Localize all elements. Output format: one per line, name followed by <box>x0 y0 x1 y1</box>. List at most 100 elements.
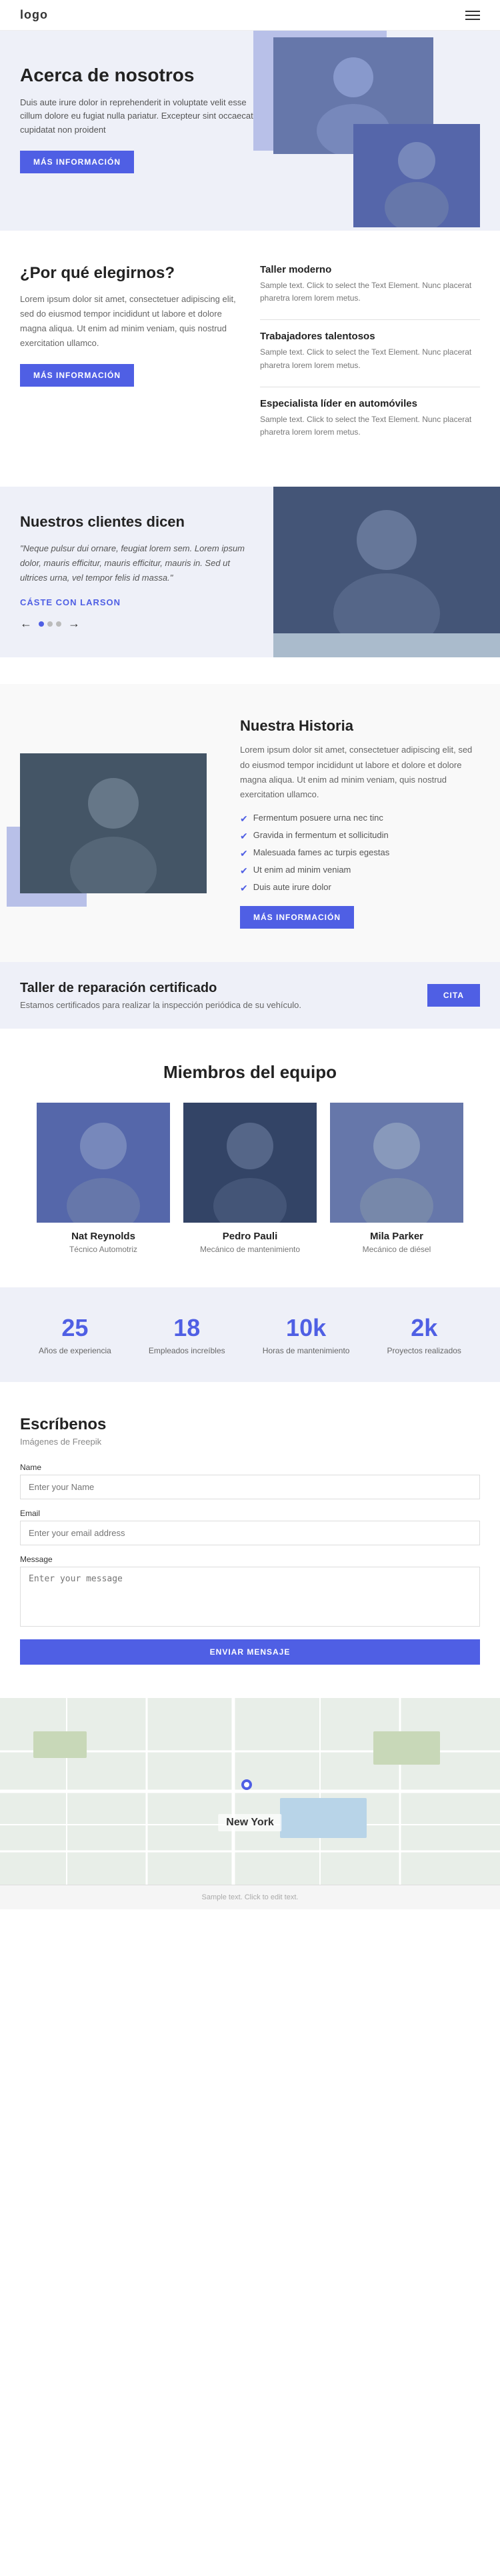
footer: Sample text. Click to edit text. <box>0 1885 500 1909</box>
check-item-4: ✔Ut enim ad minim veniam <box>240 865 480 877</box>
team-photo-2 <box>183 1103 317 1223</box>
why-title: ¿Por qué elegirnos? <box>20 264 240 283</box>
dot-3[interactable] <box>56 621 61 627</box>
feature-2-title: Trabajadores talentosos <box>260 331 480 342</box>
hero-mechanic-photo2 <box>353 124 480 227</box>
testimonials-quote: "Neque pulsur dui ornare, feugiat lorem … <box>20 541 253 585</box>
stat-3: 10k Horas de mantenimiento <box>263 1314 350 1355</box>
form-group-name: Name <box>20 1463 480 1499</box>
hero-cta-button[interactable]: MÁS INFORMACIÓN <box>20 151 134 173</box>
why-section: ¿Por qué elegirnos? Lorem ipsum dolor si… <box>0 231 500 487</box>
team-name-2: Pedro Pauli <box>183 1231 317 1242</box>
map-section: New York <box>0 1698 500 1885</box>
logo: logo <box>20 8 48 22</box>
dot-2[interactable] <box>47 621 53 627</box>
dot-1[interactable] <box>39 621 44 627</box>
story-photo <box>20 753 207 893</box>
team-card-3: Mila Parker Mecánico de diésel <box>330 1103 463 1254</box>
feature-1-title: Taller moderno <box>260 264 480 275</box>
team-card-2: Pedro Pauli Mecánico de mantenimiento <box>183 1103 317 1254</box>
stat-number-1: 25 <box>39 1314 111 1342</box>
testimonials-content: Nuestros clientes dicen "Neque pulsur du… <box>0 487 273 657</box>
cta-button[interactable]: CITA <box>427 984 480 1007</box>
form-input-email[interactable] <box>20 1521 480 1545</box>
check-item-1: ✔Fermentum posuere urna nec tinc <box>240 813 480 825</box>
cta-text: Estamos certificados para realizar la in… <box>20 1000 301 1010</box>
form-input-name[interactable] <box>20 1475 480 1499</box>
form-group-email: Email <box>20 1509 480 1545</box>
feature-1-text: Sample text. Click to select the Text El… <box>260 279 480 305</box>
stat-label-3: Horas de mantenimiento <box>263 1346 350 1355</box>
feature-3: Especialista líder en automóviles Sample… <box>260 398 480 439</box>
stat-label-4: Proyectos realizados <box>387 1346 461 1355</box>
header: logo <box>0 0 500 31</box>
form-input-message[interactable] <box>20 1567 480 1627</box>
stats-section: 25 Años de experiencia 18 Empleados incr… <box>0 1287 500 1382</box>
check-icon-4: ✔ <box>240 865 248 877</box>
stat-number-3: 10k <box>263 1314 350 1342</box>
check-icon-5: ✔ <box>240 883 248 894</box>
team-role-1: Técnico Automotriz <box>37 1245 170 1254</box>
map-placeholder: New York <box>0 1698 500 1885</box>
stat-number-2: 18 <box>149 1314 225 1342</box>
testimonials-section: Nuestros clientes dicen "Neque pulsur du… <box>0 487 500 657</box>
feature-3-title: Especialista líder en automóviles <box>260 398 480 409</box>
stat-label-2: Empleados increíbles <box>149 1346 225 1355</box>
stat-label-1: Años de experiencia <box>39 1346 111 1355</box>
hero-section: Acerca de nosotros Duis aute irure dolor… <box>0 31 500 231</box>
story-cta-button[interactable]: MÁS INFORMACIÓN <box>240 906 354 929</box>
map-city-label: New York <box>218 1814 281 1831</box>
testimonials-image <box>273 487 500 657</box>
form-group-message: Message <box>20 1555 480 1630</box>
stat-1: 25 Años de experiencia <box>39 1314 111 1355</box>
hero-content: Acerca de nosotros Duis aute irure dolor… <box>20 57 260 173</box>
team-photo-3 <box>330 1103 463 1223</box>
form-send-button[interactable]: ENVIAR MENSAJE <box>20 1639 480 1665</box>
check-item-5: ✔Duis aute irure dolor <box>240 882 480 894</box>
check-icon-2: ✔ <box>240 831 248 842</box>
footer-text: Sample text. Click to edit text. <box>202 1893 299 1901</box>
hero-title: Acerca de nosotros <box>20 64 260 87</box>
story-text: Lorem ipsum dolor sit amet, consectetuer… <box>240 743 480 801</box>
team-name-3: Mila Parker <box>330 1231 463 1242</box>
team-photo-1 <box>37 1103 170 1223</box>
team-name-1: Nat Reynolds <box>37 1231 170 1242</box>
story-content: Nuestra Historia Lorem ipsum dolor sit a… <box>240 717 480 928</box>
cta-title: Taller de reparación certificado <box>20 981 301 996</box>
story-title: Nuestra Historia <box>240 717 480 735</box>
feature-1: Taller moderno Sample text. Click to sel… <box>260 264 480 305</box>
team-grid: Nat Reynolds Técnico Automotriz Pedro Pa… <box>20 1103 480 1254</box>
testimonials-prev[interactable]: ← <box>20 617 32 631</box>
team-card-1: Nat Reynolds Técnico Automotriz <box>37 1103 170 1254</box>
team-role-3: Mecánico de diésel <box>330 1245 463 1254</box>
team-title: Miembros del equipo <box>20 1062 480 1083</box>
hero-images <box>240 31 480 231</box>
team-section: Miembros del equipo Nat Reynolds Técnico… <box>0 1029 500 1287</box>
story-image-wrap <box>20 753 220 893</box>
team-role-2: Mecánico de mantenimiento <box>183 1245 317 1254</box>
stat-4: 2k Proyectos realizados <box>387 1314 461 1355</box>
feature-3-text: Sample text. Click to select the Text El… <box>260 413 480 439</box>
testimonials-title: Nuestros clientes dicen <box>20 513 253 531</box>
menu-button[interactable] <box>465 11 480 20</box>
check-item-2: ✔Gravida in fermentum et sollicitudin <box>240 830 480 842</box>
story-checklist: ✔Fermentum posuere urna nec tinc ✔Gravid… <box>240 813 480 894</box>
hero-text: Duis aute irure dolor in reprehenderit i… <box>20 96 260 137</box>
cta-banner: Taller de reparación certificado Estamos… <box>0 962 500 1029</box>
contact-section: Escríbenos Imágenes de Freepik Name Emai… <box>0 1382 500 1698</box>
why-features: Taller moderno Sample text. Click to sel… <box>260 264 480 453</box>
stat-number-4: 2k <box>387 1314 461 1342</box>
form-label-message: Message <box>20 1555 480 1564</box>
feature-2: Trabajadores talentosos Sample text. Cli… <box>260 331 480 371</box>
cta-text-wrap: Taller de reparación certificado Estamos… <box>20 981 301 1010</box>
form-label-name: Name <box>20 1463 480 1472</box>
testimonials-next[interactable]: → <box>68 617 80 631</box>
feature-2-text: Sample text. Click to select the Text El… <box>260 346 480 371</box>
why-cta-button[interactable]: MÁS INFORMACIÓN <box>20 364 134 387</box>
testimonials-author: CÁSTE CON LARSON <box>20 597 253 607</box>
testimonials-dots <box>39 621 61 627</box>
check-icon-3: ✔ <box>240 848 248 859</box>
stat-2: 18 Empleados increíbles <box>149 1314 225 1355</box>
contact-subtitle: Imágenes de Freepik <box>20 1437 480 1447</box>
check-item-3: ✔Malesuada fames ac turpis egestas <box>240 847 480 859</box>
